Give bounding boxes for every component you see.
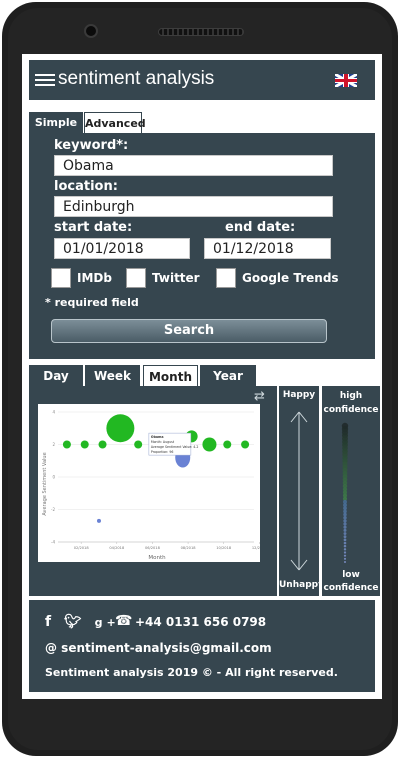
tab-week[interactable]: Week xyxy=(85,365,140,387)
swap-arrows-icon[interactable]: ⇄ xyxy=(254,390,270,404)
confidence-dot xyxy=(343,516,347,520)
facebook-icon[interactable]: f xyxy=(45,614,55,630)
confidence-gradient xyxy=(341,422,349,563)
app-header: sentiment analysis xyxy=(29,60,375,100)
low-label: low xyxy=(342,570,360,580)
keyword-input[interactable]: Obama xyxy=(54,155,333,176)
y-axis-label: Average Sentiment Value xyxy=(42,452,48,515)
confidence-dot xyxy=(343,532,347,535)
start-date-label: start date: xyxy=(54,220,133,235)
footer-email[interactable]: @ sentiment-analysis@gmail.com xyxy=(45,641,272,655)
confidence-dot xyxy=(343,544,347,548)
end-date-label: end date: xyxy=(225,220,296,235)
x-axis-label: Month xyxy=(148,555,166,561)
x-tick-label: 12/2018 xyxy=(252,546,260,550)
tooltip-line: Obama xyxy=(151,435,164,439)
footer: f 🐦︎ g+ ☎ +44 0131 656 0798 @ sentiment-… xyxy=(29,600,375,692)
tab-day[interactable]: Day xyxy=(29,365,83,387)
data-point xyxy=(62,440,71,449)
tab-month[interactable]: Month xyxy=(143,365,198,387)
confidence-dot xyxy=(344,561,346,563)
low-confidence-label: confidence xyxy=(323,583,379,593)
x-tick-label: 08/2018 xyxy=(181,546,197,550)
speaker-grille xyxy=(158,28,244,36)
data-point xyxy=(106,414,135,443)
app-title: sentiment analysis xyxy=(58,68,215,89)
keyword-label: keyword*: xyxy=(54,138,129,153)
data-point xyxy=(241,440,250,449)
data-point xyxy=(202,437,217,452)
confidence-dot xyxy=(343,557,347,560)
x-tick-label: 02/2018 xyxy=(74,546,90,550)
data-point xyxy=(98,440,107,449)
search-form: keyword*: Obama location: Edinburgh star… xyxy=(29,133,375,359)
chart-tooltip: ObamaMonth: AugustAverage Sentiment Valu… xyxy=(148,432,199,456)
y-tick-label: 4 xyxy=(52,410,55,415)
uk-flag-icon[interactable] xyxy=(335,74,357,87)
confidence-dot xyxy=(343,535,347,539)
end-date-input[interactable]: 01/12/2018 xyxy=(204,238,331,259)
phone-frame: sentiment analysis Simple Advanced keywo… xyxy=(2,2,398,756)
location-input[interactable]: Edinburgh xyxy=(54,196,333,217)
y-tick-label: -2 xyxy=(51,507,55,512)
data-point xyxy=(96,518,101,523)
google-trends-label: Google Trends xyxy=(242,271,339,285)
confidence-dot xyxy=(343,551,347,554)
phone-icon: ☎ xyxy=(115,613,133,629)
app-screen: sentiment analysis Simple Advanced keywo… xyxy=(22,54,382,699)
confidence-dot xyxy=(343,506,347,511)
confidence-dot xyxy=(343,509,347,514)
data-point xyxy=(134,440,143,449)
y-tick-label: 0 xyxy=(52,475,55,480)
footer-phone[interactable]: +44 0131 656 0798 xyxy=(135,615,266,629)
confidence-dot xyxy=(343,538,347,542)
x-tick-label: 04/2018 xyxy=(109,546,125,550)
twitter-label: Twitter xyxy=(152,271,200,285)
data-point xyxy=(80,440,89,449)
twitter-icon[interactable]: 🐦︎ xyxy=(64,614,86,630)
happiness-arrow-icon xyxy=(290,411,308,571)
confidence-dot xyxy=(343,554,347,557)
happiness-scale: Happy Unhappy xyxy=(279,386,324,596)
hamburger-icon[interactable] xyxy=(35,74,55,86)
x-tick-label: 10/2018 xyxy=(216,546,232,550)
imdb-checkbox[interactable] xyxy=(51,268,71,288)
confidence-dot xyxy=(343,548,347,551)
tooltip-line: Proportion: 96 xyxy=(151,450,174,454)
confidence-dot xyxy=(343,541,347,545)
tab-simple[interactable]: Simple xyxy=(29,112,83,134)
imdb-label: IMDb xyxy=(77,271,112,285)
search-button[interactable]: Search xyxy=(51,319,327,343)
front-camera-icon xyxy=(84,24,98,38)
confidence-dot xyxy=(343,528,347,532)
data-point xyxy=(223,440,232,449)
confidence-dot xyxy=(343,519,347,523)
location-label: location: xyxy=(54,179,118,194)
unhappy-label: Unhappy xyxy=(279,580,324,590)
tab-advanced[interactable]: Advanced xyxy=(84,112,146,134)
tooltip-line: Month: August xyxy=(151,440,175,444)
y-tick-label: 2 xyxy=(52,442,55,447)
tab-year[interactable]: Year xyxy=(200,365,256,387)
tooltip-line: Average Sentiment Value: 4.2 xyxy=(151,445,199,449)
social-icons[interactable]: f 🐦︎ g+ xyxy=(45,614,120,630)
google-trends-checkbox[interactable] xyxy=(216,268,236,288)
x-tick-label: 06/2018 xyxy=(145,546,161,550)
footer-copyright: Sentiment analysis 2019 © - All right re… xyxy=(45,666,338,679)
confidence-dot xyxy=(343,522,347,526)
twitter-checkbox[interactable] xyxy=(126,268,146,288)
confidence-dot xyxy=(343,512,347,517)
confidence-scale: high confidence low confidence xyxy=(322,386,380,596)
y-tick-label: -4 xyxy=(51,540,55,545)
sentiment-chart[interactable]: -4 -2 0 2 4 02/2018 04/2018 06/2018 08/2018 10/2… xyxy=(38,404,268,562)
start-date-input[interactable]: 01/01/2018 xyxy=(54,238,190,259)
chart-svg: -4 -2 0 2 4 02/2018 04/2018 06/2018 08/2018 10/2… xyxy=(42,410,268,562)
confidence-dot xyxy=(343,525,347,529)
required-field-note: * required field xyxy=(45,296,139,309)
